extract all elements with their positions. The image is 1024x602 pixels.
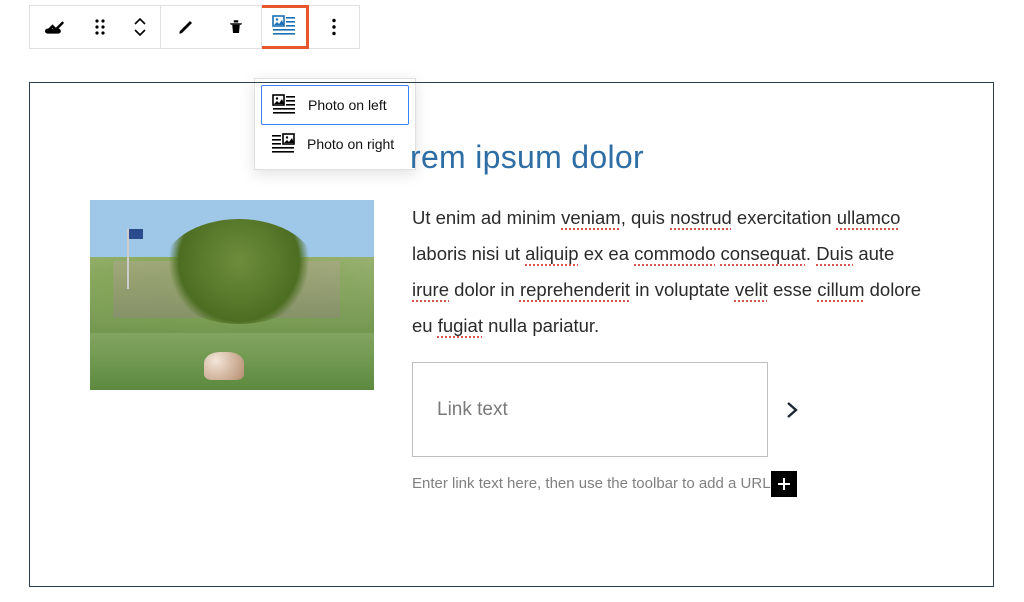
block-toolbar: [29, 5, 360, 49]
toolbar-group-2: [161, 5, 262, 49]
drag-handle-icon[interactable]: [80, 6, 120, 48]
add-block-button[interactable]: [771, 471, 797, 497]
photo-alignment-icon[interactable]: [262, 8, 306, 44]
block-content: Ut enim ad minim veniam, quis nostrud ex…: [412, 200, 933, 499]
block-type-icon[interactable]: [30, 6, 80, 48]
trash-icon[interactable]: [211, 6, 261, 48]
move-updown-icon[interactable]: [120, 6, 160, 48]
chevron-right-icon[interactable]: [768, 362, 816, 457]
block-image[interactable]: [90, 200, 374, 390]
link-helper-row: Enter link text here, then use the toolb…: [412, 469, 933, 498]
toolbar-group-alignment: [262, 5, 309, 49]
toolbar-group-more: [309, 5, 360, 49]
link-row: Link text: [412, 362, 933, 457]
editor-block: rem ipsum dolor Ut enim ad minim veniam,…: [29, 82, 994, 587]
toolbar-group-1: [29, 5, 161, 49]
block-title[interactable]: rem ipsum dolor: [410, 139, 933, 176]
link-helper-text: Enter link text here, then use the toolb…: [412, 469, 771, 498]
link-text-input[interactable]: Link text: [412, 362, 768, 457]
block-row: Ut enim ad minim veniam, quis nostrud ex…: [90, 200, 933, 499]
edit-icon[interactable]: [161, 6, 211, 48]
more-options-icon[interactable]: [309, 6, 359, 48]
block-paragraph[interactable]: Ut enim ad minim veniam, quis nostrud ex…: [412, 200, 933, 344]
